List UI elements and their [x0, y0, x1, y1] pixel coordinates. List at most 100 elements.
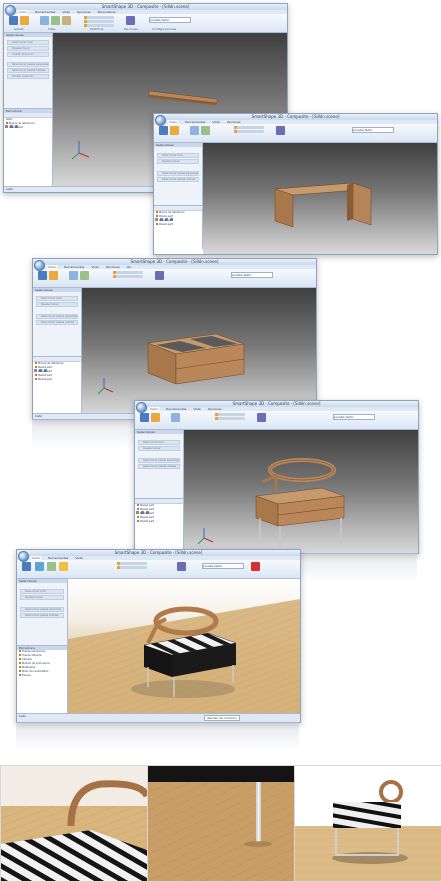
structure-tree: Planos de referencia Pieza1.part Pieza2.…: [33, 356, 81, 414]
deselect-button[interactable]: Deseleccionar: [20, 595, 64, 600]
configuration-select[interactable]: prueba texto: [352, 127, 394, 133]
options-icon[interactable]: [177, 562, 186, 571]
modify-rotate-button[interactable]: [215, 417, 245, 420]
modify-rotate-button[interactable]: [234, 130, 264, 133]
material-icon[interactable]: [47, 562, 56, 571]
ribbon: prueba texto Añadir Vista Modificar Opci…: [4, 14, 287, 33]
select-small-parts-button[interactable]: Seleccionar piezas pequeñas: [20, 607, 64, 612]
close-render-icon[interactable]: [251, 562, 260, 571]
modify-move-button[interactable]: [215, 413, 245, 416]
window-reflection: [300, 553, 417, 583]
select-small-parts-button[interactable]: Seleccionar piezas pequeñas: [138, 458, 180, 463]
add-assembly-icon[interactable]: [20, 16, 29, 25]
view-front-icon[interactable]: [69, 271, 78, 280]
add-part-icon[interactable]: [38, 271, 47, 280]
select-small-parts-button[interactable]: Seleccionar piezas pequeñas: [7, 62, 49, 67]
3d-viewport[interactable]: [68, 579, 300, 714]
application-orb-button[interactable]: [136, 402, 147, 413]
selection-panel: Selecciones Seleccionar todo Deseleccion…: [17, 579, 68, 717]
configuration-select-value: prueba texto: [232, 273, 252, 277]
light-icon[interactable]: [59, 562, 68, 571]
invert-selection-button[interactable]: Invertir selección: [7, 52, 49, 57]
tree-item[interactable]: Escena: [17, 674, 67, 678]
select-visible-parts-button[interactable]: Seleccionar piezas visibles: [138, 464, 180, 469]
structure-tree: Pieza1.part Pieza2.part Pieza3.part Piez…: [135, 498, 183, 553]
view-front-icon[interactable]: [171, 413, 180, 422]
options-icon[interactable]: [126, 16, 135, 25]
configuration-select[interactable]: prueba texto: [231, 272, 273, 278]
modify-rotate-button[interactable]: [113, 275, 143, 278]
deselect-button[interactable]: Deseleccionar: [7, 46, 49, 51]
view-side-icon[interactable]: [51, 16, 60, 25]
modify-move-button[interactable]: [117, 562, 147, 565]
add-part-icon[interactable]: [9, 16, 18, 25]
modify-move-button[interactable]: [84, 16, 114, 19]
configuration-select[interactable]: prueba texto: [202, 563, 244, 569]
select-small-parts-button[interactable]: Seleccionar piezas pequeñas: [36, 314, 78, 319]
configuration-select-value: prueba texto: [203, 564, 223, 568]
deselect-button[interactable]: Deseleccionar: [36, 302, 78, 307]
application-orb-button[interactable]: [5, 5, 16, 16]
group-label-view: Vista: [48, 27, 56, 31]
selection-panel-title: Selecciones: [17, 579, 67, 583]
window-reflection: [16, 722, 299, 752]
axis-triad-icon: [97, 378, 114, 395]
add-part-icon[interactable]: [22, 562, 31, 571]
select-visible-parts-button[interactable]: Seleccionar piezas visibles: [157, 177, 199, 182]
render-mode-select[interactable]: Render de contorno: [204, 715, 240, 721]
modify-move-button[interactable]: [234, 126, 264, 129]
select-visible-parts-button[interactable]: Seleccionar piezas visibles: [20, 613, 64, 618]
app-window-step-3: SmartShape 3D - Composite - [Sillón.scen…: [32, 258, 317, 420]
selection-panel: Selecciones Seleccionar todo Deseleccion…: [33, 288, 82, 414]
3d-viewport[interactable]: [184, 430, 418, 553]
application-orb-button[interactable]: [34, 260, 45, 271]
select-all-button[interactable]: Seleccionar todo: [138, 440, 180, 445]
3d-viewport[interactable]: [203, 143, 437, 254]
view-top-icon[interactable]: [62, 16, 71, 25]
add-assembly-icon[interactable]: [151, 413, 160, 422]
select-visible-parts-button[interactable]: Seleccionar piezas visibles: [36, 320, 78, 325]
add-assembly-icon[interactable]: [170, 126, 179, 135]
window-title: SmartShape 3D - Composite - [Sillón.scen…: [154, 114, 437, 120]
status-text: Listo: [19, 714, 27, 718]
selection-panel-title: Selecciones: [4, 33, 52, 37]
view-side-icon[interactable]: [80, 271, 89, 280]
deselect-button[interactable]: Deseleccionar: [157, 159, 199, 164]
view-side-icon[interactable]: [201, 126, 210, 135]
model-box-shelf: [97, 333, 245, 395]
render-icon[interactable]: [35, 562, 44, 571]
status-bar: Listo Render de contorno: [17, 713, 300, 722]
options-icon[interactable]: [155, 271, 164, 280]
modify-rotate-button[interactable]: [117, 566, 147, 569]
render-detail-back: [0, 765, 148, 882]
select-all-button[interactable]: Seleccionar todo: [7, 40, 49, 45]
select-all-button[interactable]: Seleccionar todo: [20, 589, 64, 594]
view-front-icon[interactable]: [40, 16, 49, 25]
select-all-button[interactable]: Seleccionar todo: [157, 153, 199, 158]
view-front-icon[interactable]: [190, 126, 199, 135]
tree-item[interactable]: Pieza5.part: [135, 520, 183, 524]
hide-selection-button[interactable]: Ocultar selección: [7, 74, 49, 79]
modify-move-button[interactable]: [113, 271, 143, 274]
options-icon[interactable]: [257, 413, 266, 422]
configuration-select[interactable]: prueba texto: [149, 17, 191, 23]
3d-viewport[interactable]: [82, 288, 316, 414]
selection-panel: Selecciones Seleccionar todo Deseleccion…: [154, 143, 203, 249]
tree-item[interactable]: Pieza4.part: [33, 378, 81, 382]
options-icon[interactable]: [276, 126, 285, 135]
application-orb-button[interactable]: [18, 551, 29, 562]
add-part-icon[interactable]: [159, 126, 168, 135]
add-part-icon[interactable]: [140, 413, 149, 422]
select-visible-parts-button[interactable]: Seleccionar piezas visibles: [7, 68, 49, 73]
deselect-button[interactable]: Deseleccionar: [138, 446, 180, 451]
select-all-button[interactable]: Seleccionar todo: [36, 296, 78, 301]
ribbon: prueba texto: [135, 411, 418, 430]
application-orb-button[interactable]: [155, 115, 166, 126]
tree-item[interactable]: Pieza1.part: [4, 126, 52, 130]
configuration-select[interactable]: prueba texto: [333, 414, 375, 420]
add-assembly-icon[interactable]: [49, 271, 58, 280]
modify-rotate-button[interactable]: [84, 20, 114, 23]
tree-item[interactable]: Pieza3.part: [154, 223, 202, 227]
axis-triad-icon: [71, 141, 90, 160]
select-small-parts-button[interactable]: Seleccionar piezas pequeñas: [157, 171, 199, 176]
